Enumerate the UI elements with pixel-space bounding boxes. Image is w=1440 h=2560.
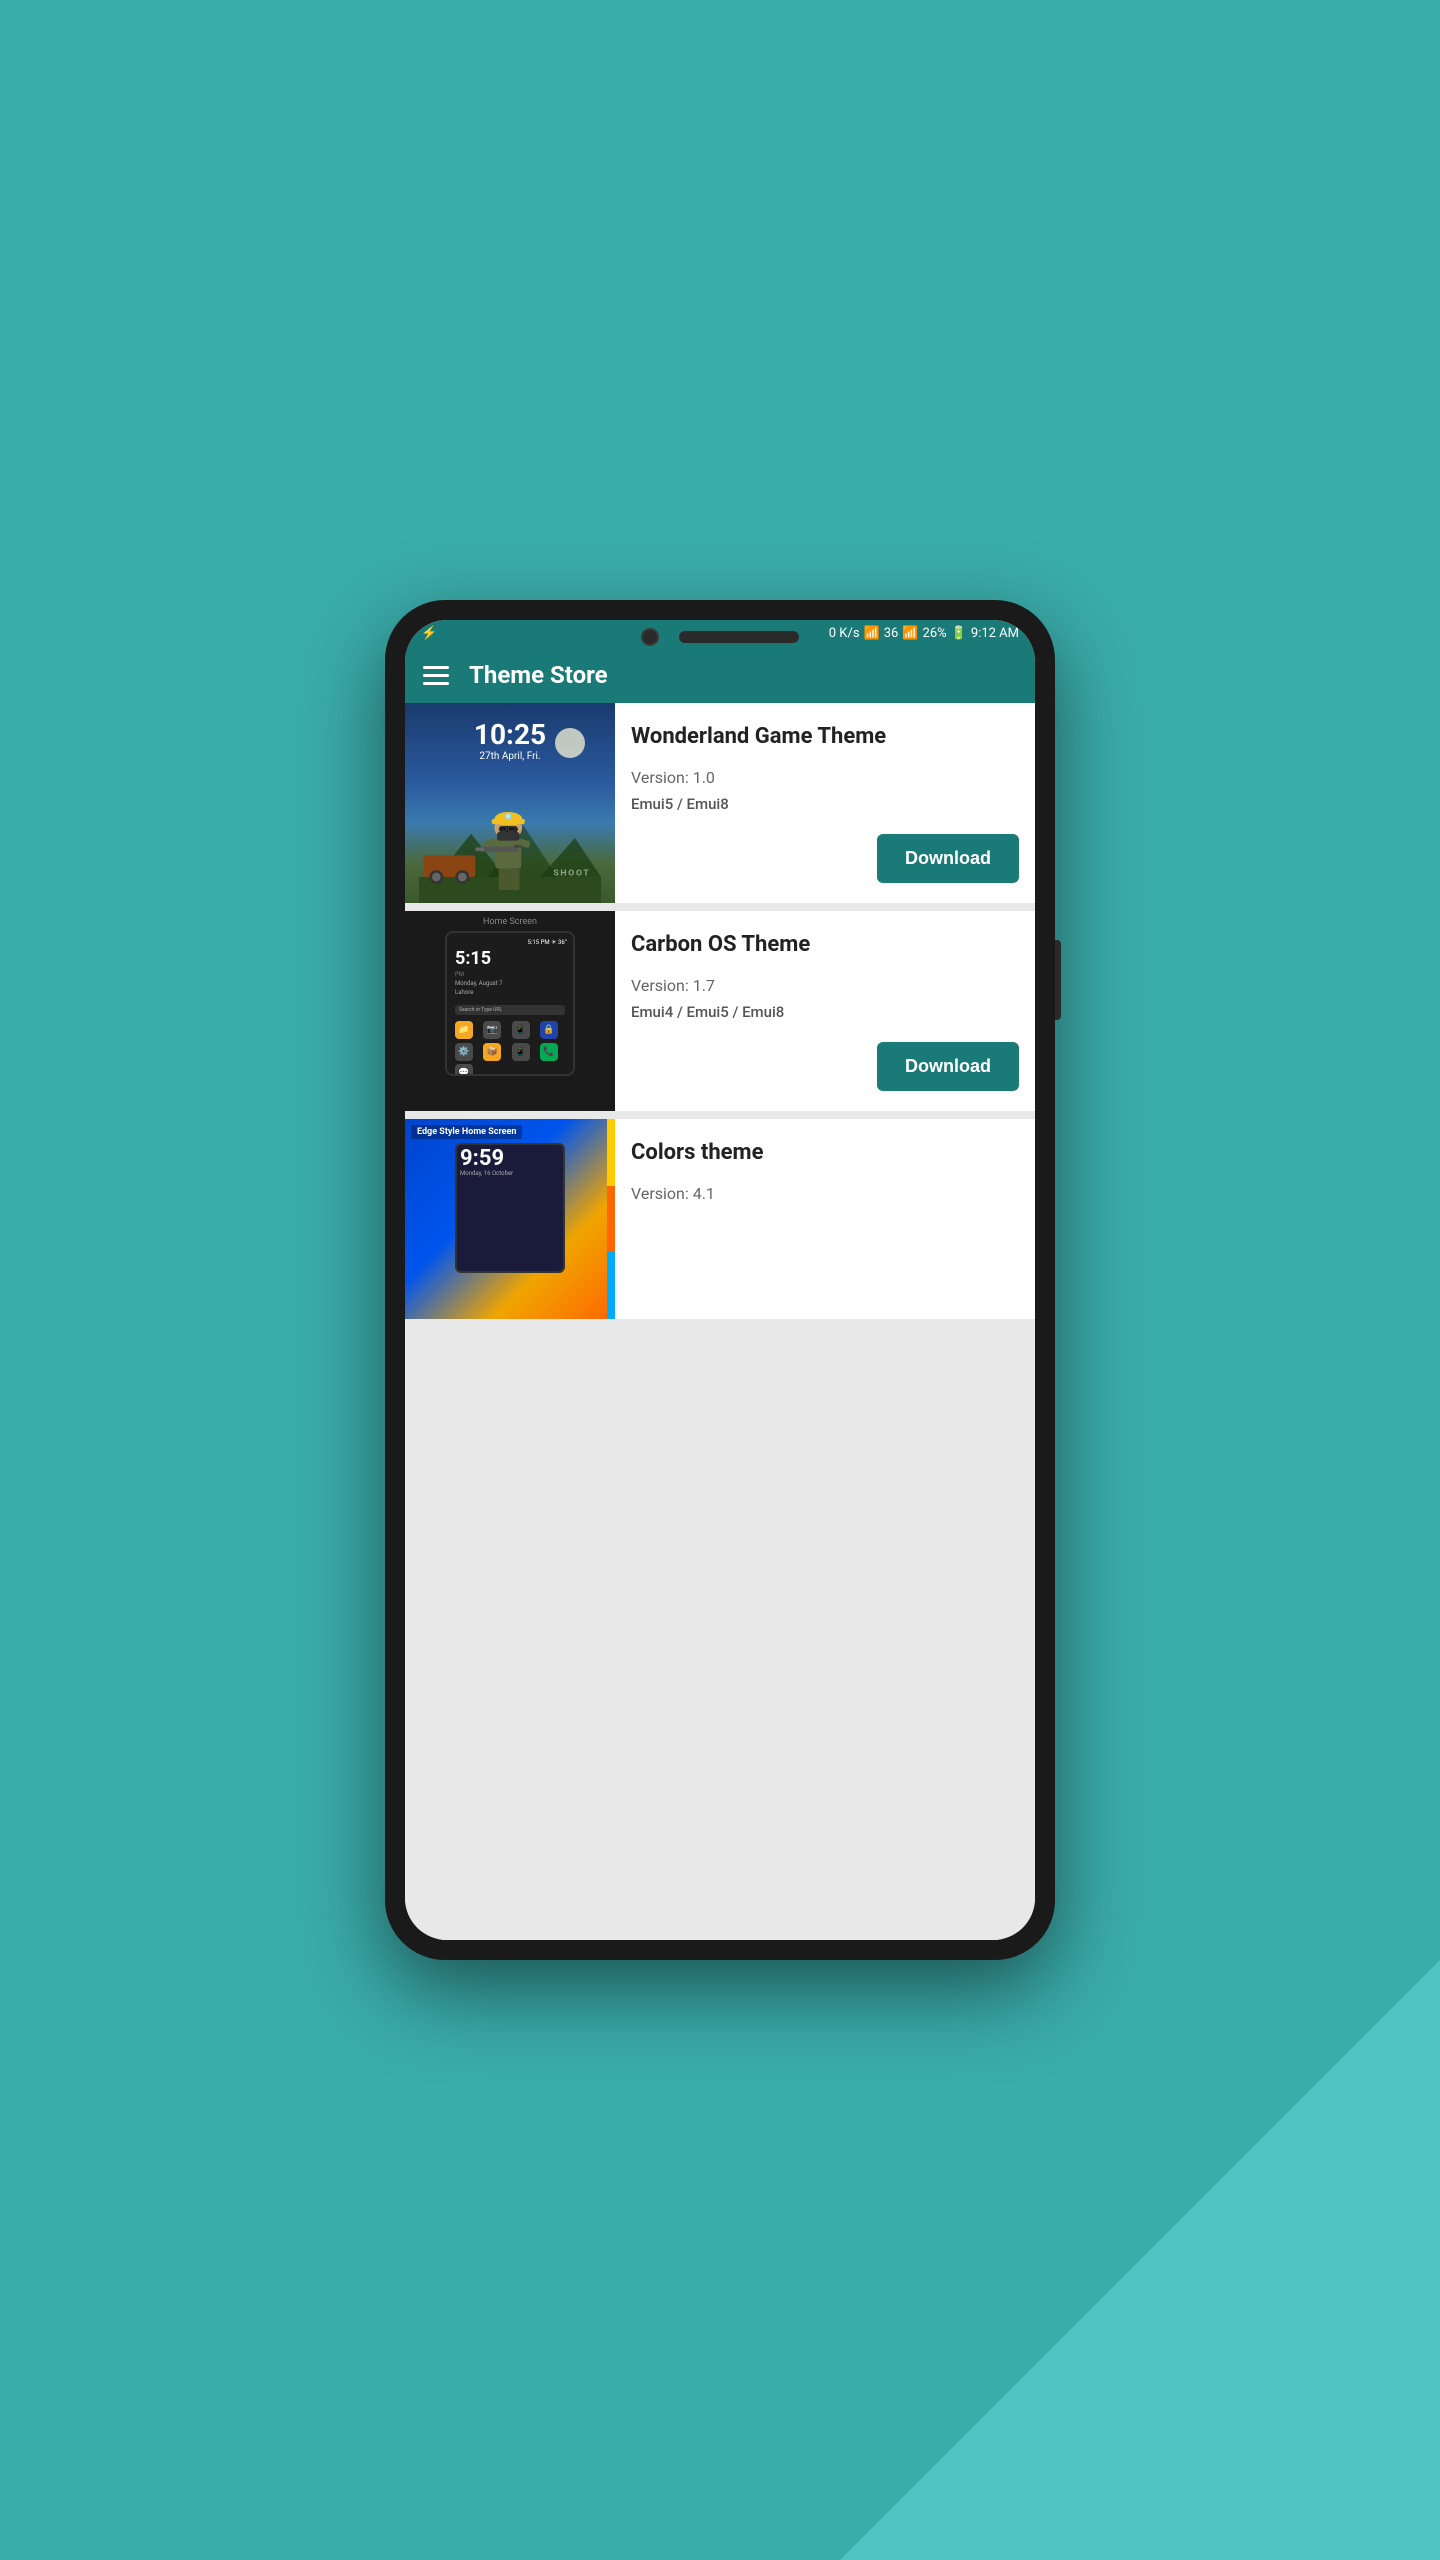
carbon-search: Search or Type URL: [455, 1005, 565, 1015]
wonderland-emui: Emui5 / Emui8: [631, 795, 1019, 813]
camera: [641, 628, 659, 646]
theme-card-carbon: Home Screen 5:15 PM ☀ 36° 5:15 PM Monday…: [405, 911, 1035, 1111]
carbon-time: 5:15: [451, 948, 569, 970]
network-speed: 0 K/s: [829, 626, 860, 641]
wonderland-version: Version: 1.0: [631, 768, 1019, 787]
signal-icon: 📶: [902, 626, 918, 641]
app-title: Theme Store: [469, 661, 608, 689]
wifi-icon: 📶: [864, 626, 880, 641]
wonderland-date: 27th April, Fri.: [474, 751, 546, 762]
hamburger-menu[interactable]: [423, 666, 449, 685]
phone-screen: ⚡ 0 K/s 📶 36 📶 26% 🔋 9:12 AM Theme Store: [405, 620, 1035, 1940]
carbon-download-button[interactable]: Download: [877, 1042, 1019, 1091]
phone-device: ⚡ 0 K/s 📶 36 📶 26% 🔋 9:12 AM Theme Store: [385, 600, 1055, 1960]
wonderland-info: Wonderland Game Theme Version: 1.0 Emui5…: [615, 703, 1035, 903]
speaker: [679, 631, 799, 643]
carbon-info: Carbon OS Theme Version: 1.7 Emui4 / Emu…: [615, 911, 1035, 1111]
clock: 9:12 AM: [971, 626, 1019, 641]
carbon-phone-mock: 5:15 PM ☀ 36° 5:15 PM Monday, August 7 L…: [445, 931, 575, 1076]
theme-card-colors: Edge Style Home Screen 9:59 Monday, 16 O…: [405, 1119, 1035, 1319]
colors-label: Edge Style Home Screen: [411, 1125, 522, 1139]
battery-level: 26%: [923, 626, 947, 641]
wonderland-time: 10:25: [474, 718, 546, 751]
carbon-version: Version: 1.7: [631, 976, 1019, 995]
carbon-icons: 📁 📷 📱 🔒: [451, 1019, 569, 1041]
wonderland-title: Wonderland Game Theme: [631, 723, 1019, 752]
svg-text:SHOOT: SHOOT: [553, 868, 590, 878]
carbon-emui: Emui4 / Emui5 / Emui8: [631, 1003, 1019, 1021]
status-left: ⚡: [421, 626, 437, 641]
wonderland-image: 10:25 27th April, Fri.: [405, 703, 615, 903]
carbon-title: Carbon OS Theme: [631, 931, 1019, 960]
wonderland-clock: 10:25 27th April, Fri.: [474, 703, 546, 762]
character-area: SHOOT: [405, 773, 615, 903]
network-type: 36: [884, 626, 899, 641]
colors-image: Edge Style Home Screen 9:59 Monday, 16 O…: [405, 1119, 615, 1319]
colors-phone-mock: 9:59 Monday, 16 October: [455, 1143, 565, 1273]
phone-top-bar: [641, 628, 799, 646]
wonderland-download-button[interactable]: Download: [877, 834, 1019, 883]
carbon-icons-2: ⚙️ 📦 📱 📞 💬: [451, 1041, 569, 1076]
colors-title: Colors theme: [631, 1139, 1019, 1168]
moon-shape: [555, 728, 585, 758]
carbon-label: Home Screen: [483, 911, 537, 931]
app-bar: Theme Store: [405, 647, 1035, 703]
status-right: 0 K/s 📶 36 📶 26% 🔋 9:12 AM: [829, 626, 1019, 641]
content-area: 10:25 27th April, Fri.: [405, 703, 1035, 1940]
side-button: [1055, 940, 1061, 1020]
battery-icon: 🔋: [951, 626, 967, 641]
usb-icon: ⚡: [421, 626, 437, 641]
carbon-image: Home Screen 5:15 PM ☀ 36° 5:15 PM Monday…: [405, 911, 615, 1111]
colors-version: Version: 4.1: [631, 1184, 1019, 1203]
colors-info: Colors theme Version: 4.1: [615, 1119, 1035, 1319]
theme-card-wonderland: 10:25 27th April, Fri.: [405, 703, 1035, 903]
